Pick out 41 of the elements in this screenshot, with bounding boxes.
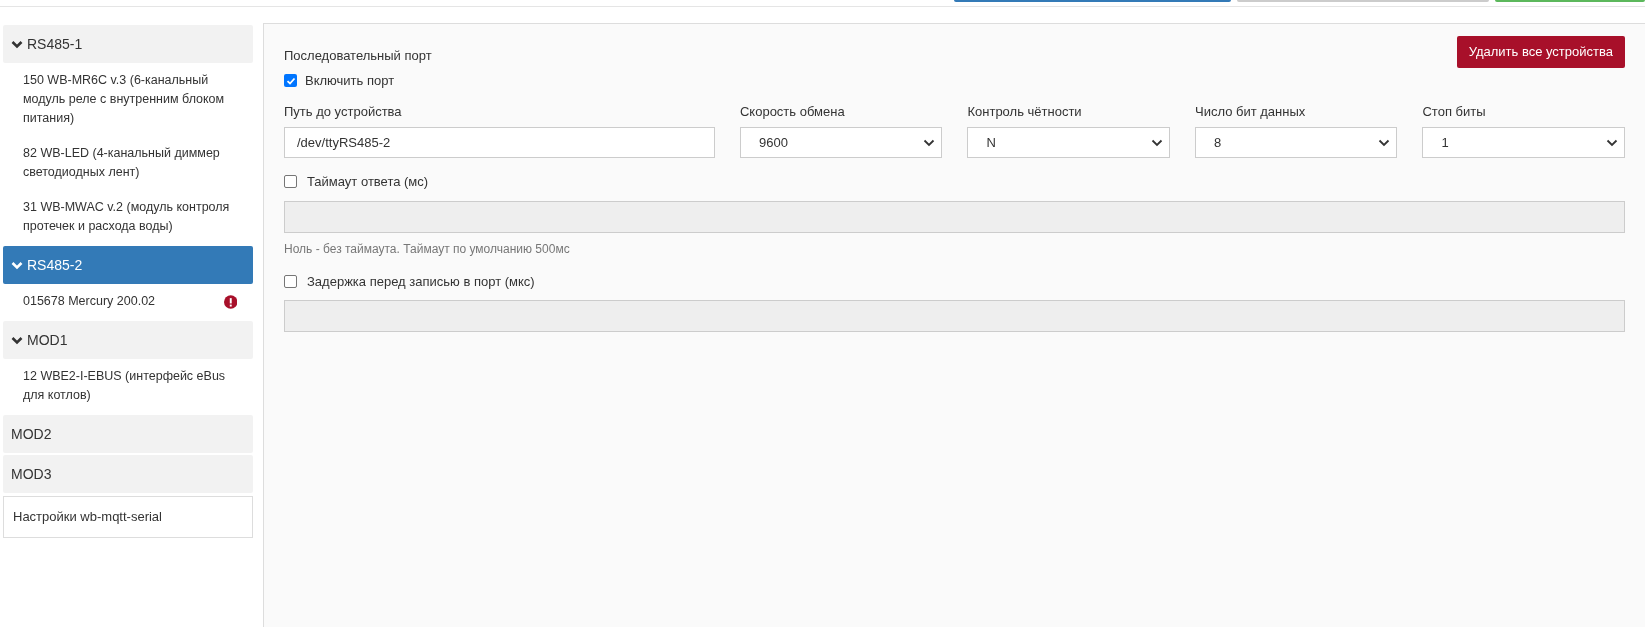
chevron-down-icon: [1150, 138, 1163, 147]
sidebar-device[interactable]: 150 WB-MR6C v.3 (6-канальный модуль реле с внутренним блоком питания): [3, 63, 253, 136]
field-label: Число бит данных: [1194, 102, 1307, 121]
checkbox-label: Задержка перед записью в порт (мкс): [307, 272, 535, 291]
device-label: 150 WB-MR6C v.3 (6-канальный модуль реле с внутренним блоком питания): [23, 72, 226, 127]
device-label: 31 WB-MWAC v.2 (модуль контроля протечек и расхода воды): [23, 199, 231, 235]
sidebar-device[interactable]: 12 WBE2-I-EBUS (интерфейс eBus для котлов): [3, 359, 253, 413]
select-field[interactable]: 9600: [739, 127, 943, 158]
sidebar-group[interactable]: MOD3: [3, 455, 253, 493]
help-text: Ноль - без таймаута. Таймаут по умолчанию 500мс: [284, 240, 571, 258]
input-field[interactable]: [284, 200, 1625, 233]
checkbox-label: Включить порт: [305, 72, 395, 90]
sidebar-device[interactable]: 015678 Mercury 200.02: [3, 284, 253, 319]
select-field[interactable]: 1: [1422, 127, 1625, 158]
checkbox[interactable]: [284, 274, 297, 288]
field-label: Путь до устройства: [284, 102, 403, 121]
field-label: Скорость обмена: [739, 102, 846, 121]
sidebar-item[interactable]: Настройки wb-mqtt-serial: [3, 496, 253, 538]
panel-title: Последовательный порт: [284, 47, 432, 65]
input-field[interactable]: [284, 300, 1625, 332]
field-label: Стоп биты: [1422, 102, 1487, 121]
sidebar-group[interactable]: RS485-1: [3, 25, 253, 63]
device-label: 82 WB-LED (4-канальный диммер светодиодных лент): [23, 145, 221, 181]
select-field[interactable]: 8: [1194, 127, 1398, 158]
checkbox[interactable]: [284, 74, 297, 88]
field-label: Контроль чётности: [967, 102, 1083, 121]
sidebar-group[interactable]: RS485-2: [3, 246, 253, 284]
chevron-down-icon: [923, 138, 936, 147]
chevron-down-icon: [1378, 138, 1391, 147]
select-field[interactable]: N: [967, 127, 1170, 158]
checkbox-label: Таймаут ответа (мс): [307, 173, 429, 191]
delete-all-button[interactable]: Удалить все устройства: [1456, 36, 1625, 68]
sidebar-device[interactable]: 82 WB-LED (4-канальный диммер светодиодных лент): [3, 136, 253, 190]
input-field[interactable]: /dev/ttyRS485-2: [284, 127, 715, 158]
checkbox[interactable]: [284, 175, 297, 189]
chevron-down-icon: [1606, 138, 1618, 147]
device-label: 12 WBE2-I-EBUS (интерфейс eBus для котлов): [23, 368, 227, 404]
device-label: 015678 Mercury 200.02: [23, 293, 157, 310]
sidebar-group[interactable]: MOD1: [3, 321, 253, 359]
sidebar-group[interactable]: MOD2: [3, 415, 253, 453]
sidebar-device[interactable]: 31 WB-MWAC v.2 (модуль контроля протечек и расхода воды): [3, 190, 253, 244]
